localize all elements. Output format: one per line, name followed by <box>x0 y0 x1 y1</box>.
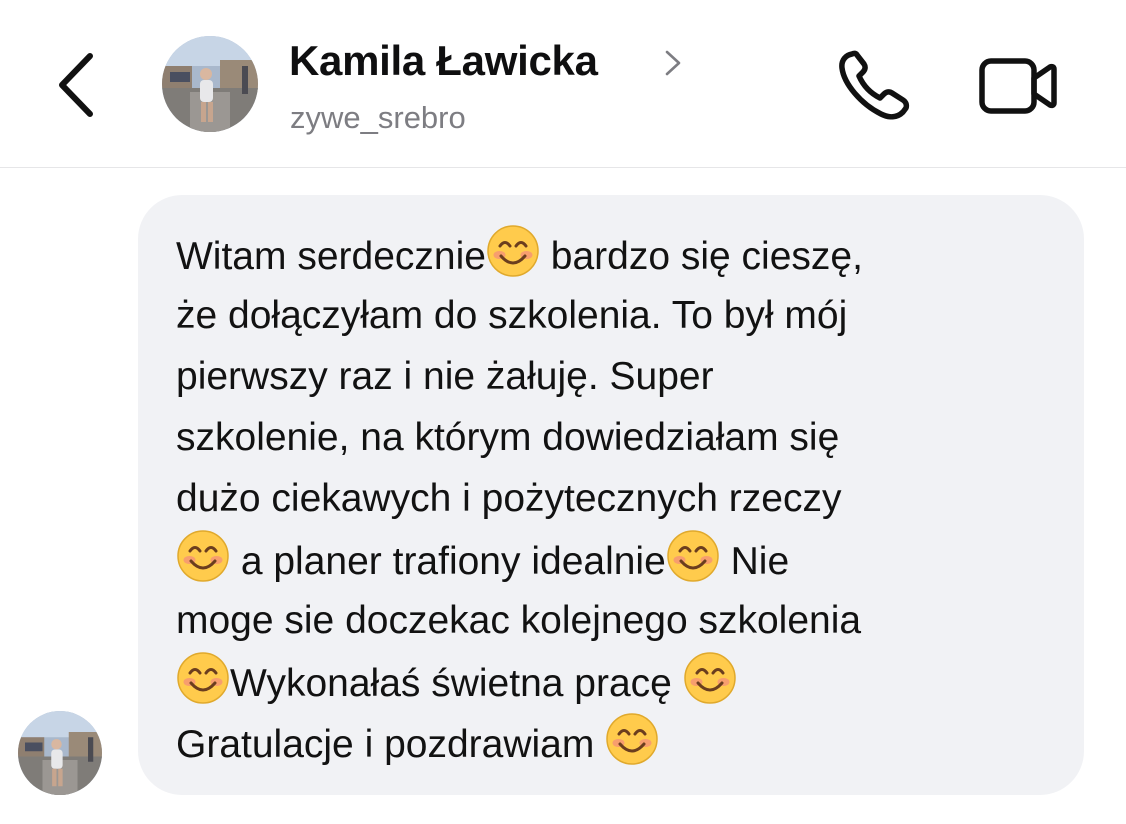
message-line: Wykonałaś świetna pracę <box>176 651 1056 712</box>
chat-header: Kamila Ławicka zywe_srebro <box>0 0 1126 168</box>
audio-call-button[interactable] <box>835 48 913 124</box>
message-segment: Gratulacje i pozdrawiam <box>176 723 606 766</box>
message-line: że dołączyłam do szkolenia. To był mój <box>176 294 848 337</box>
contact-avatar[interactable] <box>162 36 258 132</box>
smiling-face-emoji-icon <box>683 651 737 705</box>
message-segment: Witam serdecznie <box>176 235 486 278</box>
message-line: szkolenie, na którym dowiedziałam się <box>176 416 840 459</box>
message-segment: a planer trafiony idealnie <box>230 540 666 583</box>
smiling-face-emoji-icon <box>666 529 720 583</box>
message-line: pierwszy raz i nie żałuję. Super <box>176 355 714 398</box>
message-line: moge sie doczekac kolejnego szkolenia <box>176 599 862 642</box>
phone-icon <box>839 50 910 120</box>
back-button[interactable] <box>52 50 102 120</box>
smiling-face-emoji-icon <box>176 651 230 705</box>
message-line: Witam serdecznie bardzo się cieszę, <box>176 224 1056 285</box>
message-segment: Nie <box>719 540 790 583</box>
message-line: a planer trafiony idealnie Nie <box>176 529 1056 590</box>
message-line: dużo ciekawych i pożytecznych rzeczy <box>176 477 842 520</box>
smiling-face-emoji-icon <box>486 224 540 278</box>
message-text: Witam serdecznie bardzo się cieszę, że d… <box>176 224 1056 773</box>
chevron-right-icon[interactable] <box>662 48 684 78</box>
contact-username: zywe_srebro <box>290 100 466 135</box>
sender-avatar[interactable] <box>18 711 102 795</box>
chevron-left-icon <box>59 53 93 117</box>
video-call-button[interactable] <box>978 56 1058 116</box>
message-segment: bardzo się cieszę, <box>539 235 863 278</box>
message-line: Gratulacje i pozdrawiam <box>176 712 1056 773</box>
smiling-face-emoji-icon <box>605 712 659 766</box>
contact-name[interactable]: Kamila Ławicka <box>289 37 598 85</box>
message-segment: Wykonałaś świetna pracę <box>230 662 683 705</box>
video-camera-icon <box>979 58 1057 114</box>
smiling-face-emoji-icon <box>176 529 230 583</box>
